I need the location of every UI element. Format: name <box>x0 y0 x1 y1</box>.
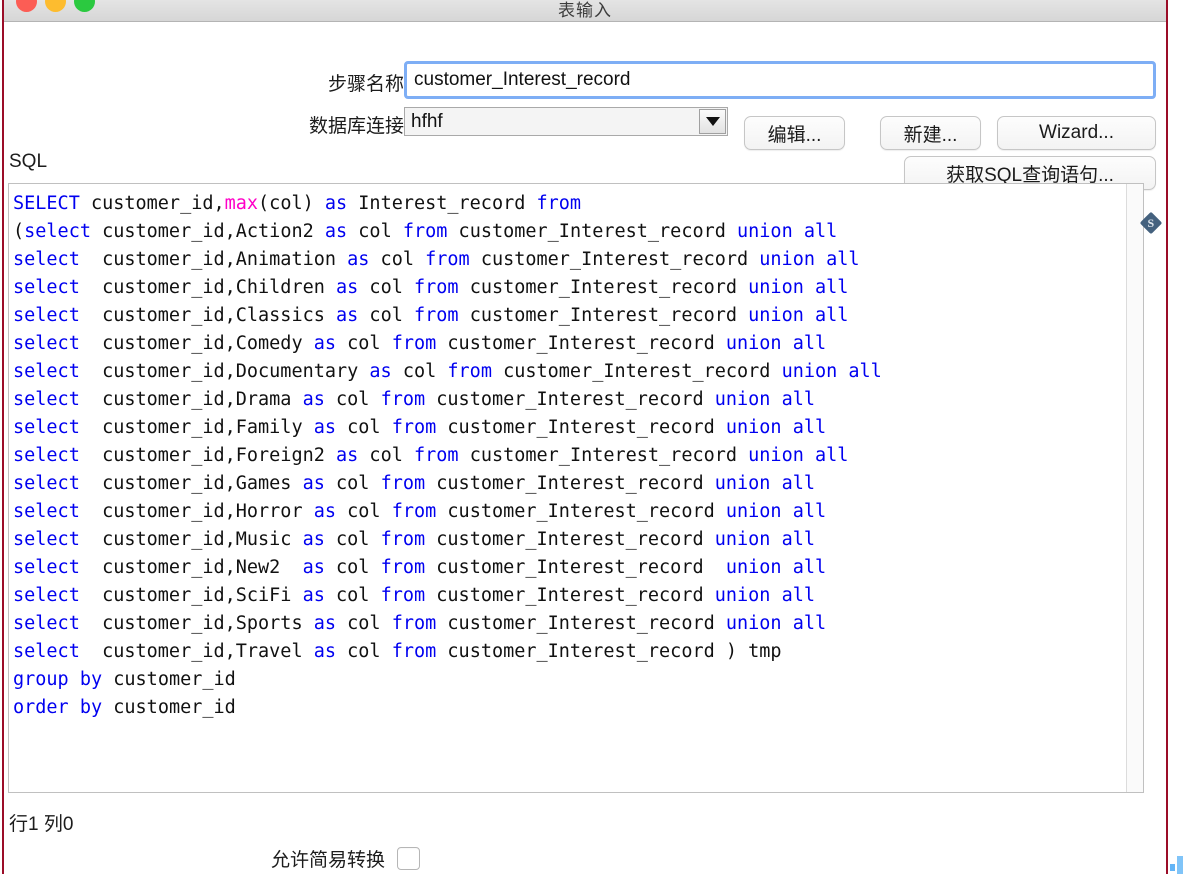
database-connection-combo[interactable]: hfhf <box>404 107 728 136</box>
lazy-conversion-checkbox[interactable] <box>397 847 420 870</box>
dialog-body: 步骤名称 数据库连接 hfhf 编辑... 新建... Wizard... 获取… <box>4 23 1166 874</box>
database-connection-value[interactable]: hfhf <box>404 107 728 136</box>
sql-editor[interactable]: SELECT customer_id,max(col) as Interest_… <box>8 183 1144 793</box>
window-titlebar: 表输入 <box>4 0 1166 22</box>
window-controls <box>16 0 95 12</box>
table-input-dialog: 表输入 步骤名称 数据库连接 hfhf 编辑... 新建... Wizard..… <box>0 0 1186 874</box>
chevron-down-icon[interactable] <box>699 109 726 134</box>
lazy-conversion-label: 允许简易转换 <box>270 850 385 871</box>
minimize-button-icon[interactable] <box>45 0 66 12</box>
window-left-border <box>2 0 4 874</box>
step-name-input[interactable] <box>404 61 1156 99</box>
sql-diamond-icon[interactable]: S <box>1139 211 1163 235</box>
sql-section-label: SQL <box>9 151 48 172</box>
lazy-conversion-row[interactable]: 允许简易转换 <box>124 845 420 872</box>
close-button-icon[interactable] <box>16 0 37 12</box>
caret-position-status: 行1 列0 <box>9 814 74 835</box>
window-title: 表输入 <box>558 1 612 20</box>
new-connection-button[interactable]: 新建... <box>880 116 981 150</box>
connection-wizard-button[interactable]: Wizard... <box>997 116 1156 150</box>
window-right-border <box>1166 0 1168 874</box>
maximize-button-icon[interactable] <box>74 0 95 12</box>
sql-vertical-scrollbar[interactable] <box>1126 184 1143 792</box>
edit-connection-button[interactable]: 编辑... <box>744 116 845 150</box>
sql-diamond-glyph: S <box>1147 215 1155 230</box>
database-connection-label: 数据库连接 <box>308 116 404 137</box>
step-name-label: 步骤名称 <box>327 74 404 95</box>
desktop-background-fragment <box>1170 856 1184 874</box>
sql-code-text[interactable]: SELECT customer_id,max(col) as Interest_… <box>9 190 1127 722</box>
